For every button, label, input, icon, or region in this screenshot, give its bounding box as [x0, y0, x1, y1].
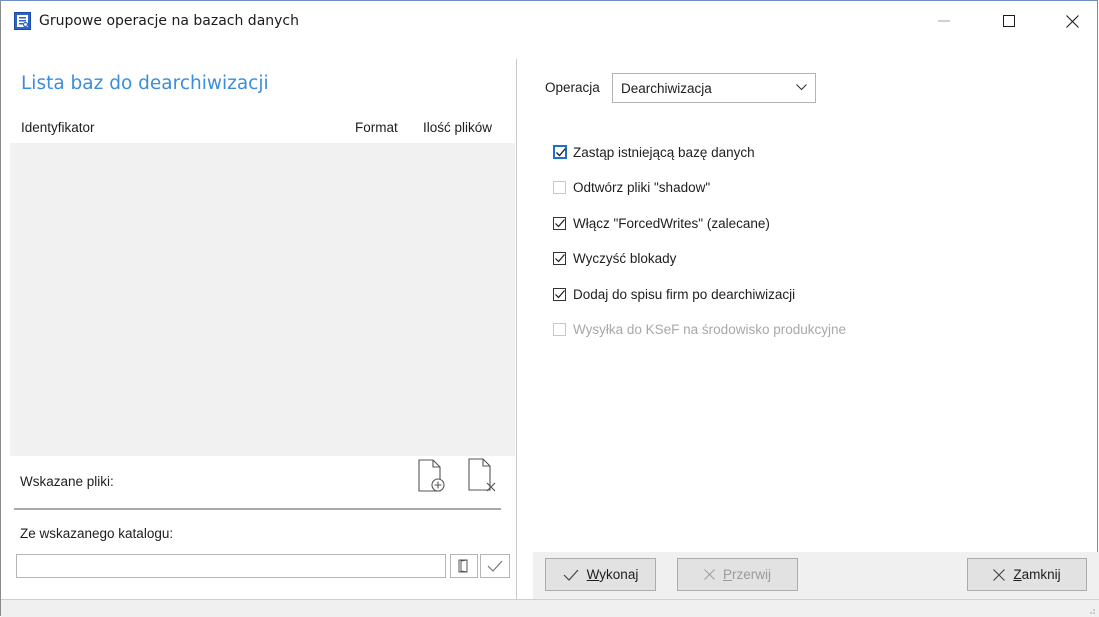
resize-grip-icon[interactable] [1086, 605, 1096, 615]
close-icon [704, 569, 715, 580]
stop-button: Przerwij [677, 558, 798, 591]
remove-file-icon[interactable] [466, 458, 498, 494]
button-bar: Wykonaj Przerwij Zamknij [533, 552, 1099, 599]
folder-browse-icon [458, 559, 468, 573]
operation-select[interactable]: Dearchiwizacja [612, 73, 816, 103]
maximize-icon [1003, 15, 1015, 27]
checkmark-icon [556, 148, 566, 157]
minimize-button[interactable] [921, 1, 967, 41]
database-list-panel: Lista baz do dearchiwizacji Identyfikato… [10, 59, 515, 599]
checkmark-icon [563, 569, 579, 581]
close-window-button[interactable] [1049, 1, 1095, 41]
checkmark-icon [487, 560, 503, 572]
option-label: Wysyłka do KSeF na środowisko produkcyjn… [573, 322, 846, 337]
option-label: Wyczyść blokady [573, 251, 677, 266]
separator [14, 508, 501, 510]
option-label: Odtwórz pliki "shadow" [573, 180, 711, 195]
checkmark-icon [555, 254, 565, 263]
directory-input[interactable] [16, 554, 446, 578]
option-label: Zastąp istniejącą bazę danych [573, 145, 755, 160]
stop-button-label: Przerwij [722, 567, 771, 582]
app-database-icon [14, 12, 31, 30]
minimize-icon [938, 20, 950, 22]
run-button-label: Wykonaj [586, 567, 639, 582]
checkbox-replace-database[interactable] [553, 145, 567, 159]
selected-files-label: Wskazane pliki: [20, 474, 114, 489]
close-button[interactable]: Zamknij [967, 558, 1087, 591]
chevron-down-icon [796, 84, 807, 91]
column-header-identifier[interactable]: Identyfikator [21, 120, 95, 135]
checkbox-add-to-company-list[interactable] [553, 288, 566, 301]
checkbox-ksef-production [553, 323, 566, 336]
option-label: Włącz "ForcedWrites" (zalecane) [573, 216, 770, 231]
column-header-file-count[interactable]: Ilość plików [423, 120, 492, 135]
status-bar [1, 599, 1099, 617]
list-header: Identyfikator Format Ilość plików [10, 119, 515, 143]
run-button[interactable]: Wykonaj [545, 558, 656, 591]
add-file-icon[interactable] [416, 459, 446, 493]
window-title: Grupowe operacje na bazach danych [39, 13, 300, 29]
list-title: Lista baz do dearchiwizacji [21, 73, 269, 94]
checkmark-icon [555, 219, 565, 228]
checkbox-forced-writes[interactable] [553, 217, 566, 230]
browse-directory-button[interactable] [450, 554, 478, 578]
title-bar: Grupowe operacje na bazach danych [1, 1, 1097, 41]
close-button-label: Zamknij [1013, 567, 1061, 582]
confirm-directory-button[interactable] [480, 554, 510, 578]
dialog-window: Grupowe operacje na bazach danych Lista … [0, 0, 1099, 617]
maximize-button[interactable] [986, 1, 1032, 41]
directory-label: Ze wskazanego katalogu: [20, 526, 174, 541]
close-icon [1065, 14, 1079, 28]
operation-label: Operacja [545, 80, 600, 95]
close-icon [993, 568, 1006, 581]
checkbox-restore-shadow[interactable] [553, 181, 566, 194]
column-header-format[interactable]: Format [355, 120, 398, 135]
operation-select-value: Dearchiwizacja [621, 81, 712, 96]
checkbox-clear-locks[interactable] [553, 252, 566, 265]
checkmark-icon [555, 290, 565, 299]
panel-divider [516, 59, 517, 599]
option-label: Dodaj do spisu firm po dearchiwizacji [573, 287, 796, 302]
database-list[interactable] [10, 143, 515, 456]
